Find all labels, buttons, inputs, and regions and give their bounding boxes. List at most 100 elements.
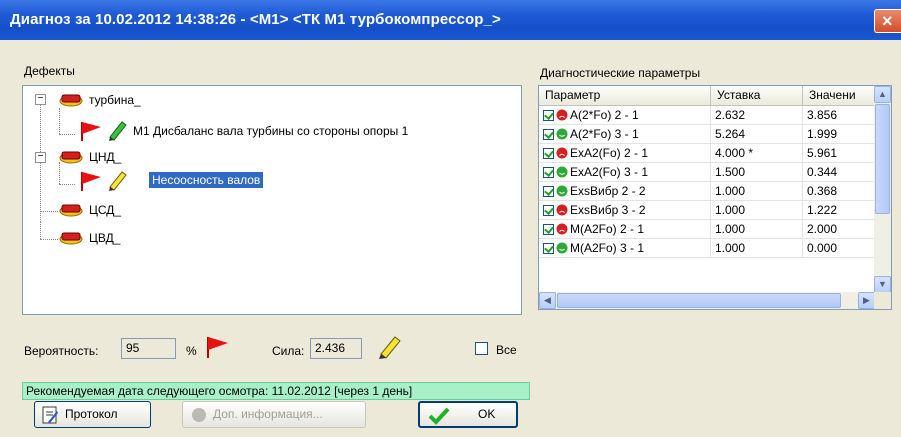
recommendation-banner: Рекомендуемая дата следующего осмотра: 1… [22, 382, 530, 400]
all-checkbox[interactable] [475, 342, 488, 355]
grid-header: Параметр Уставка Значени [539, 86, 875, 106]
table-row[interactable]: ExsВибр 2 - 2 1.000 0.368 [539, 182, 875, 201]
red-component-icon [59, 232, 83, 245]
all-checkbox-label[interactable]: Все [496, 343, 517, 357]
param-name: ExA2(Fo) 3 - 1 [570, 165, 649, 179]
expander-turbine[interactable]: − [35, 94, 46, 105]
arrow-right-icon: ▶ [863, 295, 870, 305]
yellow-pencil-icon [379, 336, 401, 359]
tree-line [59, 184, 75, 185]
setpoint-cell: 1.000 [711, 220, 803, 239]
scroll-left-button[interactable]: ◀ [539, 292, 556, 309]
params-label: Диагностические параметры [540, 66, 701, 80]
title-bar[interactable]: Диагноз за 10.02.2012 14:38:26 - <M1> <Т… [0, 0, 901, 40]
table-row[interactable]: ExA2(Fo) 3 - 1 1.500 0.344 [539, 163, 875, 182]
tree-node-turbine-imbalance[interactable]: М1 Дисбаланс вала турбины со стороны опо… [133, 124, 408, 138]
value-cell: 5.961 [803, 144, 875, 163]
param-cell: ExsВибр 2 - 2 [539, 182, 711, 201]
tree-line [59, 162, 60, 184]
tree-line [40, 211, 58, 212]
status-red-icon [556, 204, 568, 216]
tree-line [40, 104, 41, 222]
more-info-button[interactable]: Доп. информация... [182, 401, 366, 428]
close-button[interactable]: × [874, 9, 901, 33]
setpoint-cell: 1.500 [711, 163, 803, 182]
arrow-left-icon: ◀ [544, 295, 551, 305]
tree-node-turbine[interactable]: турбина_ [89, 93, 141, 107]
probability-field: 95 [121, 338, 176, 359]
tree-line [40, 222, 41, 239]
setpoint-cell: 1.000 [711, 182, 803, 201]
status-red-icon [556, 109, 568, 121]
params-grid[interactable]: Параметр Уставка Значени A(2*Fo) 2 - 1 2.… [538, 85, 892, 310]
red-flag-icon [81, 172, 101, 191]
strength-field: 2.436 [310, 338, 362, 359]
strength-label: Сила: [272, 344, 305, 358]
protocol-button[interactable]: Протокол [34, 401, 151, 428]
row-checkbox[interactable] [543, 243, 554, 254]
param-name: ExsВибр 3 - 2 [570, 203, 646, 217]
setpoint-cell: 1.000 [711, 239, 803, 258]
row-checkbox[interactable] [543, 110, 554, 121]
param-name: M(A2Fo) 3 - 1 [570, 241, 645, 255]
red-component-icon [59, 151, 83, 164]
ok-button[interactable]: OK [418, 401, 518, 428]
defects-tree[interactable]: − турбина_ М1 Дисбаланс вала турбины со … [22, 85, 522, 315]
protocol-button-label: Протокол [65, 407, 118, 421]
status-green-icon [556, 128, 568, 140]
horizontal-scrollbar[interactable]: ◀ ▶ [539, 292, 875, 309]
value-cell: 0.344 [803, 163, 875, 182]
vertical-scrollbar[interactable]: ▲ ▼ [874, 86, 891, 293]
status-green-icon [556, 166, 568, 178]
scroll-thumb-vertical[interactable] [875, 104, 890, 214]
table-row[interactable]: A(2*Fo) 3 - 1 5.264 1.999 [539, 125, 875, 144]
column-header-setpoint[interactable]: Уставка [711, 86, 803, 106]
table-row[interactable]: M(A2Fo) 3 - 1 1.000 0.000 [539, 239, 875, 258]
expander-lpc[interactable]: − [35, 152, 46, 163]
param-name: A(2*Fo) 2 - 1 [570, 108, 639, 122]
table-row[interactable]: M(A2Fo) 2 - 1 1.000 2.000 [539, 220, 875, 239]
scroll-up-button[interactable]: ▲ [874, 86, 891, 103]
tree-node-shaft-misalignment[interactable]: Несоосность валов [149, 172, 264, 188]
param-name: M(A2Fo) 2 - 1 [570, 222, 645, 236]
param-cell: A(2*Fo) 2 - 1 [539, 106, 711, 125]
protocol-document-icon [42, 406, 58, 424]
setpoint-cell: 4.000 * [711, 144, 803, 163]
setpoint-cell: 5.264 [711, 125, 803, 144]
param-cell: ExA2(Fo) 2 - 1 [539, 144, 711, 163]
tree-node-ipc[interactable]: ЦСД_ [89, 203, 121, 217]
status-red-icon [556, 147, 568, 159]
red-flag-icon [207, 337, 228, 358]
setpoint-cell: 2.632 [711, 106, 803, 125]
param-name: ExA2(Fo) 2 - 1 [570, 146, 649, 160]
param-cell: ExsВибр 3 - 2 [539, 201, 711, 220]
table-row[interactable]: ExsВибр 3 - 2 1.000 1.222 [539, 201, 875, 220]
diagnosis-dialog: Диагноз за 10.02.2012 14:38:26 - <M1> <Т… [0, 0, 901, 437]
status-green-icon [556, 185, 568, 197]
defects-label: Дефекты [24, 64, 75, 78]
tree-line [40, 239, 58, 240]
row-checkbox[interactable] [543, 224, 554, 235]
value-cell: 0.368 [803, 182, 875, 201]
tree-line [59, 134, 75, 135]
red-flag-icon [81, 122, 101, 141]
check-mark-icon [428, 407, 450, 425]
scroll-corner [874, 292, 891, 309]
tree-node-lpc[interactable]: ЦНД_ [89, 150, 121, 164]
scroll-thumb-horizontal[interactable] [557, 293, 841, 308]
row-checkbox[interactable] [543, 148, 554, 159]
column-header-value[interactable]: Значени [803, 86, 875, 106]
scroll-right-button[interactable]: ▶ [858, 292, 875, 309]
row-checkbox[interactable] [543, 205, 554, 216]
scroll-down-button[interactable]: ▼ [874, 276, 891, 293]
tree-node-hpc[interactable]: ЦВД_ [89, 231, 120, 245]
column-header-param[interactable]: Параметр [539, 86, 711, 106]
table-row[interactable]: ExA2(Fo) 2 - 1 4.000 * 5.961 [539, 144, 875, 163]
table-row[interactable]: A(2*Fo) 2 - 1 2.632 3.856 [539, 106, 875, 125]
row-checkbox[interactable] [543, 129, 554, 140]
close-icon: × [882, 11, 893, 31]
green-pencil-icon [109, 121, 127, 141]
row-checkbox[interactable] [543, 186, 554, 197]
tree-line [59, 108, 60, 134]
row-checkbox[interactable] [543, 167, 554, 178]
